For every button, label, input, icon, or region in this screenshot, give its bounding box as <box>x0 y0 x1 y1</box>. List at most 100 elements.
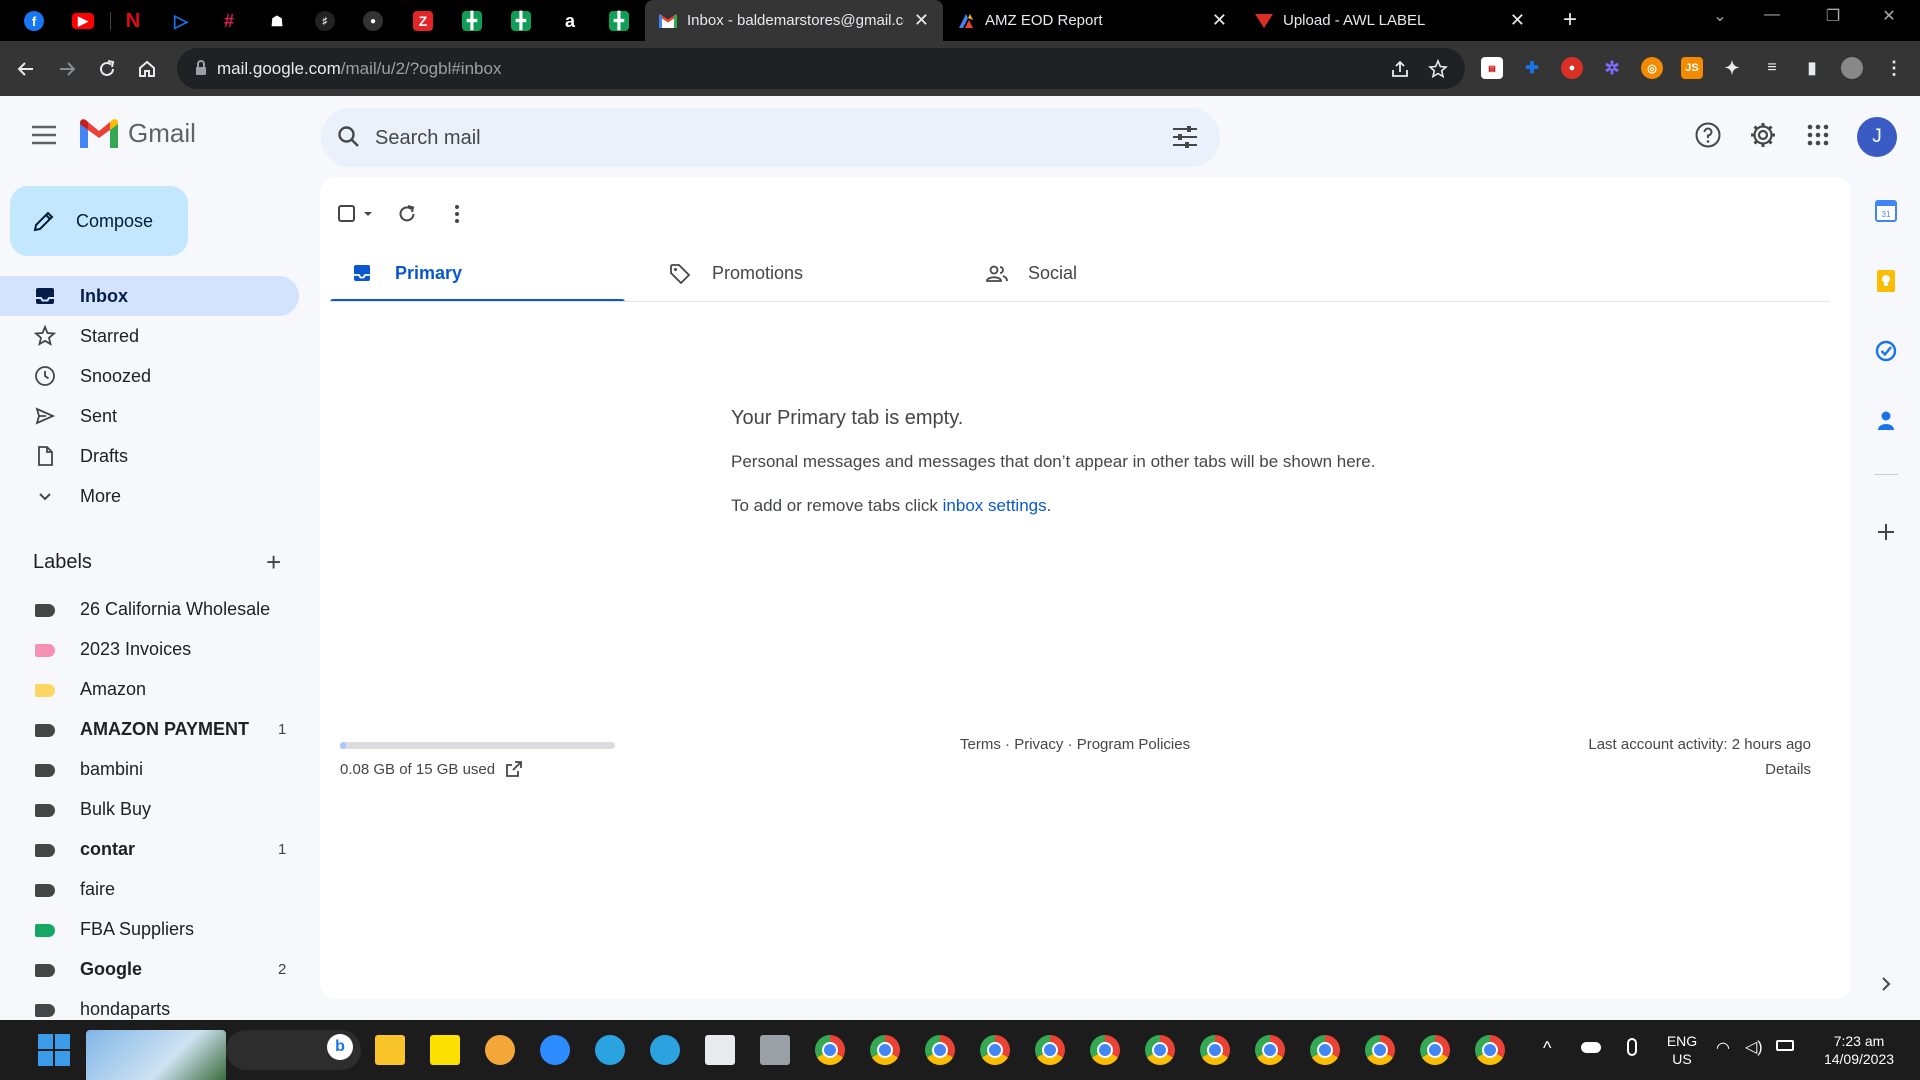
label-item[interactable]: Google 2 <box>0 950 299 990</box>
tab-primary[interactable]: Primary <box>330 249 625 302</box>
chrome-icon[interactable] <box>1420 1035 1450 1065</box>
clock[interactable]: 7:23 am 14/09/2023 <box>1808 1032 1910 1068</box>
side-panel-icon[interactable]: ▮ <box>1801 57 1823 79</box>
tab-promotions[interactable]: Promotions <box>647 249 942 302</box>
chrome-icon[interactable] <box>925 1035 955 1065</box>
extension-icon-4[interactable]: ✲ <box>1601 57 1623 79</box>
refresh-button[interactable] <box>390 197 424 231</box>
zoom-icon[interactable] <box>540 1035 570 1065</box>
add-addon-icon[interactable] <box>1872 518 1900 546</box>
snipping-tool-icon[interactable] <box>705 1035 735 1065</box>
label-item[interactable]: 26 California Wholesale <box>0 590 299 630</box>
nav-item-drafts[interactable]: Drafts <box>0 436 299 476</box>
nav-item-starred[interactable]: Starred <box>0 316 299 356</box>
pinned-tab-facebook[interactable]: f <box>15 6 53 36</box>
windows-start-icon[interactable] <box>38 1034 70 1066</box>
tab-search-icon[interactable]: ⌄ <box>1700 6 1740 26</box>
account-avatar[interactable]: J <box>1857 117 1897 157</box>
chrome-icon[interactable] <box>1145 1035 1175 1065</box>
search-input[interactable] <box>375 118 1135 158</box>
app-icon[interactable] <box>485 1035 515 1065</box>
minimize-button[interactable]: — <box>1752 6 1792 24</box>
chrome-icon[interactable] <box>815 1035 845 1065</box>
privacy-link[interactable]: Privacy <box>1014 736 1063 753</box>
label-item[interactable]: 2023 Invoices <box>0 630 299 670</box>
bookmark-star-icon[interactable] <box>1427 58 1449 80</box>
telegram-icon[interactable] <box>650 1035 680 1065</box>
microphone-icon[interactable] <box>1627 1038 1637 1056</box>
pinned-tab-sheets-3[interactable]: ╋ <box>600 6 638 36</box>
label-item[interactable]: Bulk Buy <box>0 790 299 830</box>
forward-button[interactable] <box>52 54 82 84</box>
browser-menu-icon[interactable]: ⋮ <box>1883 57 1905 79</box>
nav-item-more[interactable]: More <box>0 476 299 516</box>
chrome-icon[interactable] <box>1090 1035 1120 1065</box>
battery-icon[interactable] <box>1776 1040 1794 1051</box>
chrome-icon[interactable] <box>980 1035 1010 1065</box>
close-window-button[interactable]: ✕ <box>1869 6 1909 26</box>
tasks-icon[interactable] <box>1872 337 1900 365</box>
tab-upload-awl-label[interactable]: Upload - AWL LABEL ✕ <box>1241 0 1539 41</box>
pinned-tab-zoho[interactable]: Z <box>404 6 442 36</box>
activity-details-link[interactable]: Details <box>1765 761 1811 778</box>
address-bar[interactable]: mail.google.com/mail/u/2/?ogbl#inbox <box>177 48 1465 89</box>
pinned-tab-dark[interactable]: ♯ <box>306 6 344 36</box>
close-tab-icon[interactable]: ✕ <box>1212 10 1227 31</box>
inbox-settings-link[interactable]: inbox settings <box>943 496 1047 515</box>
calendar-icon[interactable]: 31 <box>1872 197 1900 225</box>
program-policies-link[interactable]: Program Policies <box>1077 736 1190 753</box>
main-menu-icon[interactable] <box>29 123 59 147</box>
new-tab-button[interactable]: + <box>1556 7 1584 35</box>
keep-icon[interactable] <box>1872 267 1900 295</box>
sticky-notes-icon[interactable] <box>430 1035 460 1065</box>
back-button[interactable] <box>11 54 41 84</box>
pinned-tab-netflix[interactable]: N <box>114 6 152 36</box>
onedrive-cloud-icon[interactable] <box>1581 1042 1601 1053</box>
telegram-icon[interactable] <box>595 1035 625 1065</box>
file-explorer-icon[interactable] <box>375 1035 405 1065</box>
settings-gear-icon[interactable] <box>1746 118 1780 152</box>
chrome-icon[interactable] <box>1200 1035 1230 1065</box>
pinned-tab-sheets-1[interactable]: ╋ <box>453 6 491 36</box>
search-options-icon[interactable] <box>1171 124 1199 150</box>
nav-item-snoozed[interactable]: Snoozed <box>0 356 299 396</box>
create-label-button[interactable]: + <box>266 549 281 575</box>
reload-button[interactable] <box>92 54 122 84</box>
chrome-icon[interactable] <box>1310 1035 1340 1065</box>
pinned-tab-youtube[interactable]: ▶ <box>64 6 102 36</box>
pinned-tab-amazon[interactable]: a <box>551 6 589 36</box>
chrome-icon[interactable] <box>1035 1035 1065 1065</box>
input-language-indicator[interactable]: ENG US <box>1664 1032 1700 1068</box>
label-item[interactable]: contar 1 <box>0 830 299 870</box>
search-thumbnail-image[interactable] <box>86 1030 226 1080</box>
google-apps-icon[interactable] <box>1801 118 1835 152</box>
pinned-tab-slack[interactable]: # <box>210 6 248 36</box>
chrome-icon[interactable] <box>1365 1035 1395 1065</box>
label-item[interactable]: faire <box>0 870 299 910</box>
share-icon[interactable] <box>1389 58 1411 80</box>
extension-icon-5[interactable]: ◎ <box>1641 57 1663 79</box>
wifi-icon[interactable]: ◠ <box>1716 1038 1730 1058</box>
nav-item-sent[interactable]: Sent <box>0 396 299 436</box>
close-tab-icon[interactable]: ✕ <box>1510 10 1525 31</box>
label-item[interactable]: bambini <box>0 750 299 790</box>
pinned-tab-sheets-2[interactable]: ╋ <box>502 6 540 36</box>
search-icon[interactable] <box>336 124 362 150</box>
chrome-icon[interactable] <box>1255 1035 1285 1065</box>
tab-social[interactable]: Social <box>963 249 1258 302</box>
pinned-tab-play[interactable]: ▷ <box>162 6 200 36</box>
restore-button[interactable]: ❐ <box>1813 6 1853 26</box>
calculator-icon[interactable] <box>760 1035 790 1065</box>
terms-link[interactable]: Terms <box>960 736 1001 753</box>
extensions-puzzle-icon[interactable]: ✦ <box>1721 57 1743 79</box>
pinned-tab-snapchat[interactable]: ☗ <box>258 6 296 36</box>
more-actions-button[interactable] <box>440 197 474 231</box>
extension-icon-3[interactable]: ● <box>1561 57 1583 79</box>
select-all-checkbox[interactable] <box>332 197 380 231</box>
label-item[interactable]: FBA Suppliers <box>0 910 299 950</box>
compose-button[interactable]: Compose <box>10 186 188 256</box>
extension-icon-js[interactable]: JS <box>1681 57 1703 79</box>
label-item[interactable]: AMAZON PAYMENT 1 <box>0 710 299 750</box>
extension-icon-1[interactable]: ▤ <box>1481 57 1503 79</box>
help-icon[interactable] <box>1691 118 1725 152</box>
